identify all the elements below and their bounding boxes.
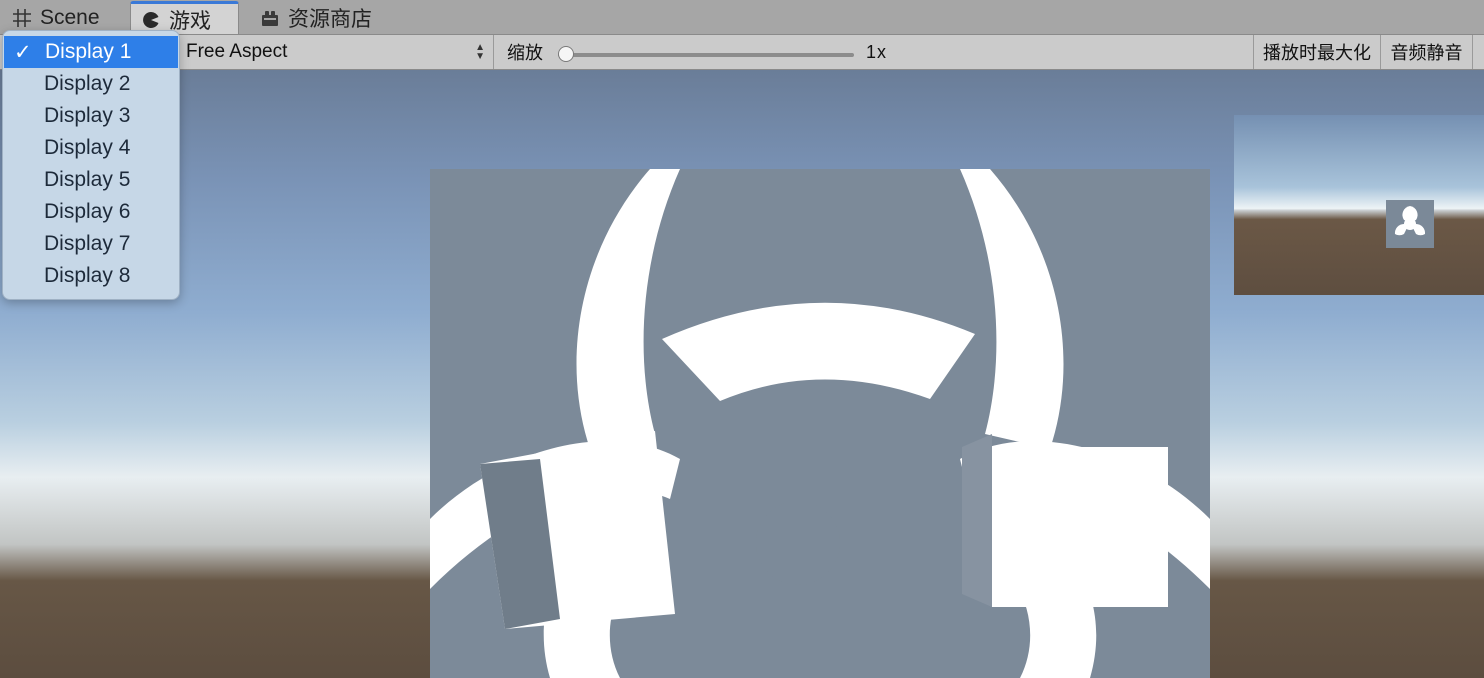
game-viewport[interactable]	[0, 70, 1484, 678]
display-menu-item[interactable]: Display 3	[3, 100, 179, 132]
more-toolbar-button[interactable]	[1472, 35, 1484, 69]
aspect-ratio-label: Free Aspect	[186, 41, 288, 62]
display-menu-item-label: Display 5	[44, 168, 131, 191]
display-menu-item[interactable]: ✓ Display 1	[4, 36, 178, 68]
display-menu-item-label: Display 3	[44, 104, 131, 127]
aspect-ratio-dropdown[interactable]: Free Aspect ▲ ▼	[176, 35, 494, 69]
display-menu-item-label: Display 2	[44, 72, 131, 95]
biohazard-icon	[1386, 200, 1434, 248]
mute-audio-toggle[interactable]: 音频静音	[1380, 35, 1472, 69]
pacman-icon	[141, 10, 161, 30]
display-menu-item-label: Display 7	[44, 232, 131, 255]
display-menu-item[interactable]: Display 7	[3, 228, 179, 260]
store-icon	[260, 8, 280, 28]
zoom-slider[interactable]	[558, 46, 854, 62]
zoom-value: 1x	[866, 41, 888, 62]
maximize-on-play-toggle[interactable]: 播放时最大化	[1253, 35, 1380, 69]
display-menu-item[interactable]: Display 6	[3, 196, 179, 228]
display-menu-item[interactable]: Display 8	[3, 260, 179, 292]
tab-asset-store-label: 资源商店	[288, 8, 372, 31]
display-dropdown-menu: ✓ Display 1 Display 2 Display 3 Display 4 Dis…	[2, 30, 180, 300]
display-menu-item[interactable]: Display 5	[3, 164, 179, 196]
zoom-slider-thumb[interactable]	[558, 46, 574, 62]
display-menu-item-label: Display 8	[44, 264, 131, 287]
zoom-label: 缩放	[507, 43, 543, 63]
display-menu-item-label: Display 4	[44, 136, 131, 159]
grid-icon	[12, 8, 32, 28]
display-menu-item[interactable]: Display 2	[3, 68, 179, 100]
game-view-toolbar: Free Aspect ▲ ▼ 缩放 1x 播放时最大化 音频静音	[0, 34, 1484, 70]
display-menu-item[interactable]: Display 4	[3, 132, 179, 164]
display-menu-item-label: Display 6	[44, 200, 131, 223]
biohazard-panel	[430, 169, 1210, 678]
window-tab-bar: Scene 游戏 资源商店	[0, 0, 1484, 35]
display-menu-item-label: Display 1	[45, 40, 132, 63]
tab-asset-store[interactable]: 资源商店	[250, 2, 390, 34]
updown-arrows-icon: ▲ ▼	[475, 42, 485, 62]
checkmark-icon: ✓	[14, 40, 32, 64]
camera-minimap	[1234, 115, 1484, 295]
tab-scene-label: Scene	[40, 6, 100, 29]
